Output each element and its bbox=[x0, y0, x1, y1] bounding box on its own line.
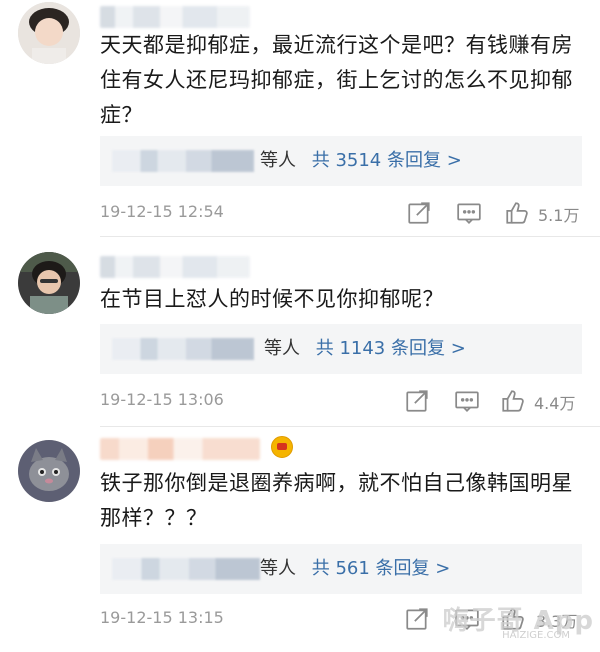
divider bbox=[100, 236, 600, 237]
reply-users-suffix: 等人 bbox=[264, 338, 300, 359]
reply-summary[interactable]: 等人 共 1143 条回复 > bbox=[100, 324, 582, 374]
comment-icon[interactable] bbox=[454, 386, 484, 416]
avatar[interactable] bbox=[18, 252, 80, 314]
vip-crown-badge-icon bbox=[271, 436, 293, 458]
reply-summary[interactable]: 等人 共 3514 条回复 > bbox=[100, 136, 582, 186]
avatar[interactable] bbox=[18, 2, 80, 64]
reply-users-blurred bbox=[112, 150, 254, 172]
reply-users-blurred bbox=[112, 558, 260, 580]
thumbs-up-icon[interactable] bbox=[500, 386, 530, 416]
username-blurred[interactable] bbox=[100, 438, 260, 460]
comment-icon[interactable] bbox=[456, 198, 486, 228]
username-blurred[interactable] bbox=[100, 6, 250, 28]
comment-item-1: 天天都是抑郁症，最近流行这个是吧？有钱赚有房住有女人还尼玛抑郁症，街上乞讨的怎么… bbox=[0, 0, 600, 236]
share-icon[interactable] bbox=[404, 604, 434, 634]
avatar[interactable] bbox=[18, 440, 80, 502]
timestamp: 19-12-15 13:06 bbox=[100, 390, 224, 409]
watermark-sub: HAIZIGE.COM bbox=[502, 630, 570, 641]
comment-text: 在节目上怼人的时候不见你抑郁呢？ bbox=[100, 287, 444, 311]
comment-text: 铁子那你倒是退圈养病啊，就不怕自己像韩国明星那样？？？ bbox=[100, 471, 573, 530]
view-replies-link[interactable]: 共 1143 条回复 > bbox=[316, 338, 466, 359]
like-count: 5.1万 bbox=[538, 206, 580, 225]
like-count: 4.4万 bbox=[534, 394, 576, 413]
avatar-image bbox=[18, 440, 80, 502]
view-replies-link[interactable]: 共 561 条回复 > bbox=[312, 558, 451, 579]
view-replies-link[interactable]: 共 3514 条回复 > bbox=[312, 150, 462, 171]
thumbs-up-icon[interactable] bbox=[504, 198, 534, 228]
share-icon[interactable] bbox=[406, 198, 436, 228]
reply-users-suffix: 等人 bbox=[260, 558, 296, 579]
timestamp: 19-12-15 12:54 bbox=[100, 202, 224, 221]
timestamp: 19-12-15 13:15 bbox=[100, 608, 224, 627]
comment-item-2: 在节目上怼人的时候不见你抑郁呢？ 等人 共 1143 条回复 > 19-12-1… bbox=[0, 238, 600, 428]
reply-summary[interactable]: 等人 共 561 条回复 > bbox=[100, 544, 582, 594]
reply-users-suffix: 等人 bbox=[260, 150, 296, 171]
divider bbox=[100, 426, 600, 427]
avatar-image bbox=[18, 252, 80, 314]
reply-users-blurred bbox=[112, 338, 254, 360]
username-blurred[interactable] bbox=[100, 256, 250, 278]
comment-meta: 19-12-15 13:06 4.4万 bbox=[100, 386, 580, 416]
comment-text: 天天都是抑郁症，最近流行这个是吧？有钱赚有房住有女人还尼玛抑郁症，街上乞讨的怎么… bbox=[100, 33, 573, 127]
share-icon[interactable] bbox=[404, 386, 434, 416]
comment-meta: 19-12-15 12:54 5.1万 bbox=[100, 198, 580, 228]
avatar-image bbox=[18, 2, 80, 64]
